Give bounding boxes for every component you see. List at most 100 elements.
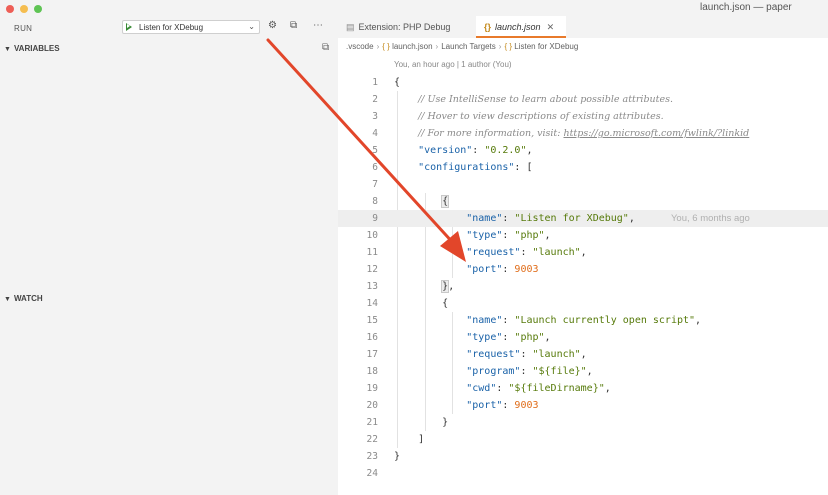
json-key: "type" <box>466 332 503 343</box>
chevron-down-icon: ▼ <box>4 296 11 303</box>
code-text: "program": "${file}", <box>466 366 593 377</box>
json-key: "port" <box>466 400 503 411</box>
code-line: 5 "version": "0.2.0", <box>338 142 828 159</box>
code-text: "request": "launch", <box>466 349 587 360</box>
breadcrumb-item[interactable]: .vscode <box>346 42 374 51</box>
watch-section-label: WATCH <box>13 294 43 303</box>
tab-label: launch.json <box>495 22 541 32</box>
line-number: 22 <box>366 434 378 445</box>
line-number: 24 <box>366 468 378 479</box>
line-number: 7 <box>372 179 378 190</box>
code-text: "configurations": [ <box>418 162 533 173</box>
breadcrumb-item[interactable]: Listen for XDebug <box>514 42 578 51</box>
tab-launch-json[interactable]: {} launch.json ✕ <box>476 16 566 38</box>
title-bar: launch.json — paper <box>0 0 828 16</box>
line-number: 15 <box>366 315 378 326</box>
close-icon[interactable]: ✕ <box>547 22 555 32</box>
line-number: 13 <box>366 281 378 292</box>
breadcrumb-item[interactable]: Launch Targets <box>441 42 496 51</box>
code-text: // Hover to view descriptions of existin… <box>394 108 664 125</box>
editor-tab-bar: ▤ Extension: PHP Debug {} launch.json ✕ ⧉ <box>322 16 828 53</box>
tab-extension-php-debug[interactable]: ▤ Extension: PHP Debug <box>346 16 466 38</box>
breadcrumb: .vscode ›{ } launch.json › Launch Targets ›{… <box>346 42 578 51</box>
line-number: 1 <box>372 77 378 88</box>
json-string: "Listen for XDebug" <box>514 213 629 224</box>
inline-blame: You, 6 months ago <box>670 213 750 224</box>
code-text: } <box>394 417 449 428</box>
code-line: 8 { <box>338 193 828 210</box>
debug-configuration-select[interactable]: Listen for XDebug ⌄ <box>122 20 260 34</box>
variables-section-label: VARIABLES <box>13 44 60 53</box>
line-number: 20 <box>366 400 378 411</box>
window-title: launch.json — paper <box>700 2 792 13</box>
json-string: "launch" <box>532 247 581 258</box>
variables-section-header[interactable]: ▼ VARIABLES <box>4 44 60 53</box>
line-number: 17 <box>366 349 378 360</box>
code-text: "version": "0.2.0", <box>418 145 533 156</box>
line-number: 11 <box>366 247 378 258</box>
split-editor-icon[interactable]: ⧉ <box>322 42 329 53</box>
json-key: "request" <box>466 349 521 360</box>
code-line: 6 "configurations": [ <box>338 159 828 176</box>
code-text: ] <box>394 434 425 445</box>
json-braces-icon: { } <box>382 42 390 51</box>
line-number: 8 <box>372 196 378 207</box>
line-number: 9 <box>372 213 378 224</box>
comment-text: // For more information, visit: <box>418 128 564 139</box>
matched-bracket: } <box>441 280 450 293</box>
code-text: { <box>394 298 449 309</box>
code-line-current: 9 "name": "Listen for XDebug", You, 6 mo… <box>338 210 828 227</box>
code-line: 17 "request": "launch", <box>338 346 828 363</box>
minimize-window-button[interactable] <box>20 5 28 13</box>
code-line: 3 // Hover to view descriptions of exist… <box>338 108 828 125</box>
json-key: "request" <box>466 247 521 258</box>
watch-section-header[interactable]: ▼ WATCH <box>4 294 43 303</box>
json-string: "Launch currently open script" <box>514 315 696 326</box>
code-line: 1{ <box>338 74 828 91</box>
code-line: 13 }, <box>338 278 828 295</box>
code-line: 18 "program": "${file}", <box>338 363 828 380</box>
line-number: 23 <box>366 451 378 462</box>
line-number: 21 <box>366 417 378 428</box>
zoom-window-button[interactable] <box>34 5 42 13</box>
code-text: "request": "launch", <box>466 247 587 258</box>
line-number: 16 <box>366 332 378 343</box>
active-tab-indicator <box>476 36 566 38</box>
json-key: "name" <box>466 315 503 326</box>
json-key: "name" <box>466 213 503 224</box>
close-window-button[interactable] <box>6 5 14 13</box>
line-number: 5 <box>372 145 378 156</box>
comment-text: // Use IntelliSense to learn about possi… <box>418 94 673 105</box>
gear-icon[interactable]: ⚙ <box>268 20 277 31</box>
tab-label: Extension: PHP Debug <box>358 22 451 32</box>
line-number: 10 <box>366 230 378 241</box>
code-line: 11 "request": "launch", <box>338 244 828 261</box>
run-sidebar: RUN Listen for XDebug ⌄ ⚙ ⧉ ⋯ ▼ VARIABLES… <box>0 16 338 495</box>
code-line: 23} <box>338 448 828 465</box>
debug-console-icon[interactable]: ⧉ <box>290 20 297 31</box>
more-actions-icon[interactable]: ⋯ <box>313 20 323 31</box>
comment-link[interactable]: https://go.microsoft.com/fwlink/?linkid <box>563 128 749 139</box>
code-text: "type": "php", <box>466 230 551 241</box>
code-text: "name": "Listen for XDebug", You, 6 mont… <box>466 213 750 224</box>
play-icon-inner <box>127 24 130 28</box>
code-line: 24 <box>338 465 828 482</box>
code-line: 19 "cwd": "${fileDirname}", <box>338 380 828 397</box>
code-line: 10 "type": "php", <box>338 227 828 244</box>
code-line: 14 { <box>338 295 828 312</box>
line-number: 6 <box>372 162 378 173</box>
chevron-down-icon[interactable]: ⌄ <box>248 22 255 31</box>
json-string: "php" <box>514 230 545 241</box>
json-key: "port" <box>466 264 503 275</box>
json-key: "cwd" <box>466 383 497 394</box>
codelens-blame[interactable]: You, an hour ago | 1 author (You) <box>394 60 512 69</box>
line-number: 19 <box>366 383 378 394</box>
json-string: "${file}" <box>532 366 587 377</box>
code-line: 4 // For more information, visit: https:… <box>338 125 828 142</box>
breadcrumb-item[interactable]: launch.json <box>392 42 432 51</box>
chevron-down-icon: ▼ <box>4 46 11 53</box>
breadcrumb-separator-icon: › <box>376 42 380 51</box>
code-text: "port": 9003 <box>466 264 539 275</box>
json-string: "php" <box>514 332 545 343</box>
code-text: "type": "php", <box>466 332 551 343</box>
